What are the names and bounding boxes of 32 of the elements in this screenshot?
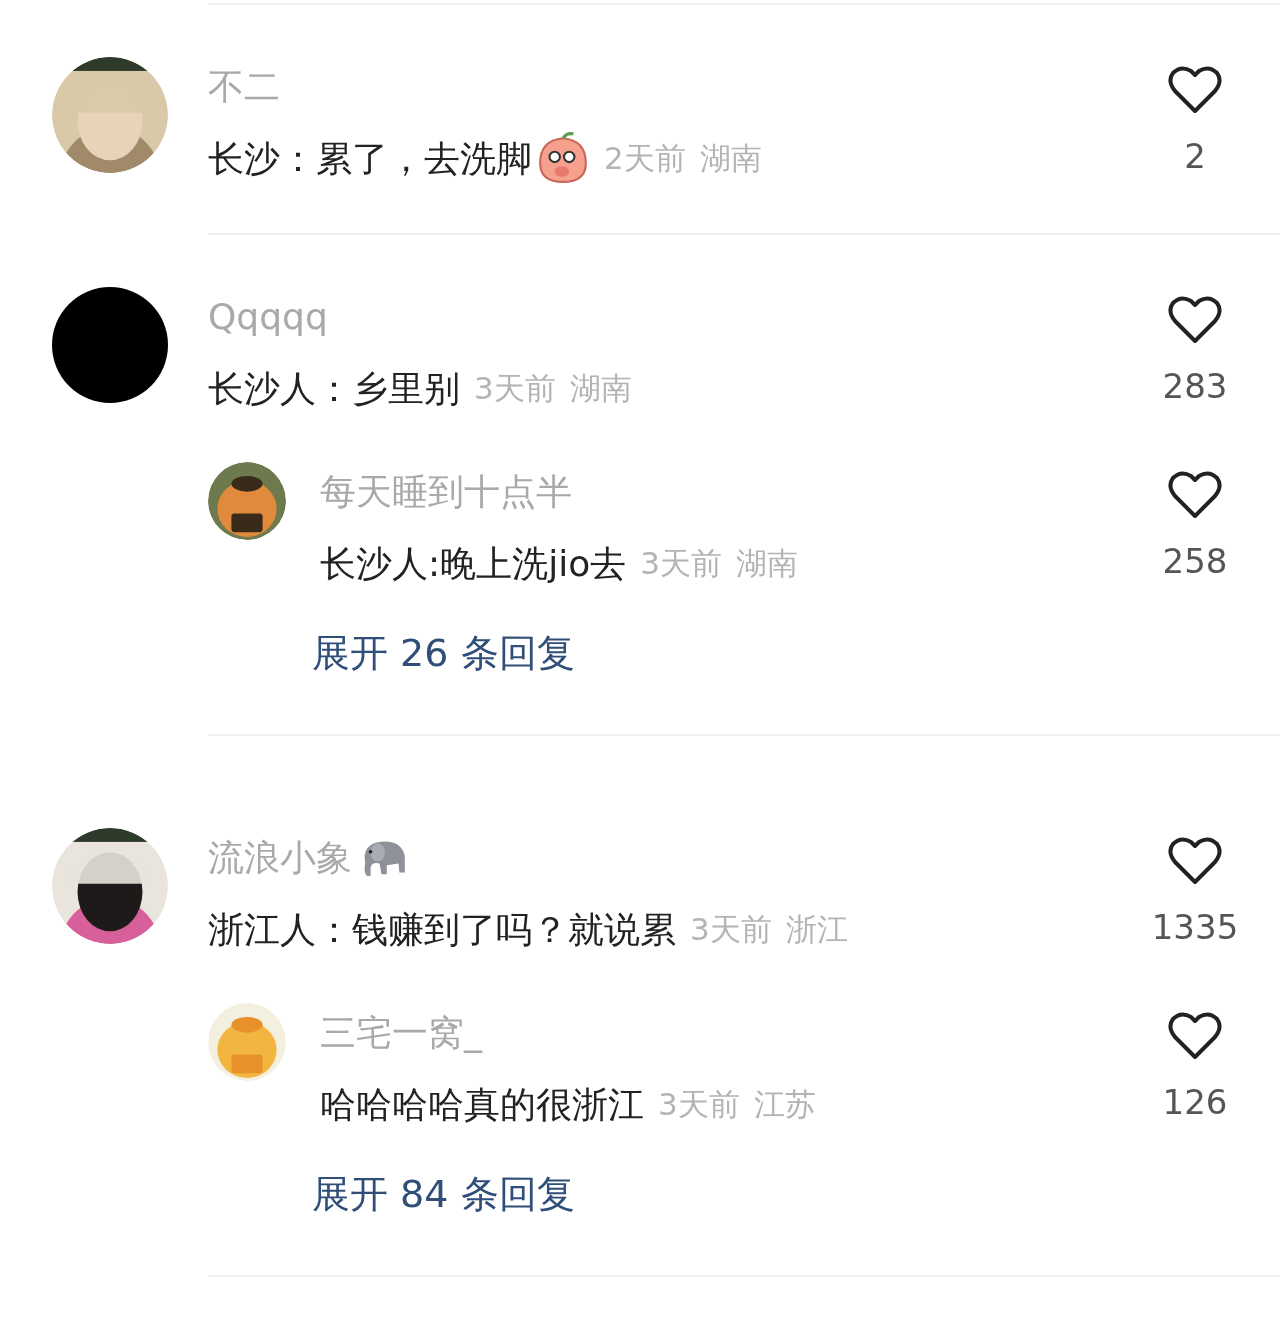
like-count: 283 xyxy=(1162,365,1228,408)
user-name[interactable]: 三宅一窝_ xyxy=(320,1003,482,1063)
reply-location: 湖南 xyxy=(735,544,798,583)
heart-icon[interactable] xyxy=(1167,836,1223,886)
reply-time: 3天前 xyxy=(640,544,722,583)
reply-time: 3天前 xyxy=(658,1085,740,1124)
comment-time: 2天前 xyxy=(604,139,686,178)
user-name[interactable]: Qqqqq xyxy=(208,287,328,347)
comment-location: 湖南 xyxy=(699,139,762,178)
reply-text: 长沙人:晚上洗jio去 xyxy=(320,541,627,586)
expand-replies-link[interactable]: 展开 84 条回复 xyxy=(312,1168,575,1220)
like-count: 1335 xyxy=(1151,906,1239,949)
reply-location: 江苏 xyxy=(753,1085,816,1124)
comment-time: 3天前 xyxy=(474,369,556,408)
comment-text: 浙江人：钱赚到了吗？就说累 xyxy=(208,907,676,952)
reply-text: 哈哈哈哈真的很浙江 xyxy=(320,1082,644,1127)
user-name[interactable]: 流浪小象 xyxy=(208,828,352,888)
user-name[interactable]: 不二 xyxy=(208,57,280,117)
user-name[interactable]: 每天睡到十点半 xyxy=(320,462,572,522)
heart-icon[interactable] xyxy=(1167,470,1223,520)
heart-icon[interactable] xyxy=(1167,1011,1223,1061)
comment-text: 长沙人：乡里别 xyxy=(208,366,460,411)
comment-text: 长沙：累了，去洗脚 xyxy=(208,136,532,181)
comment-location: 湖南 xyxy=(569,369,632,408)
like-count: 2 xyxy=(1184,135,1206,178)
expand-replies-link[interactable]: 展开 26 条回复 xyxy=(312,627,575,679)
like-count: 258 xyxy=(1162,540,1228,583)
like-count: 126 xyxy=(1162,1081,1228,1124)
heart-icon[interactable] xyxy=(1167,295,1223,345)
comment-time: 3天前 xyxy=(690,910,772,949)
comment-location: 浙江 xyxy=(785,910,848,949)
heart-icon[interactable] xyxy=(1167,65,1223,115)
